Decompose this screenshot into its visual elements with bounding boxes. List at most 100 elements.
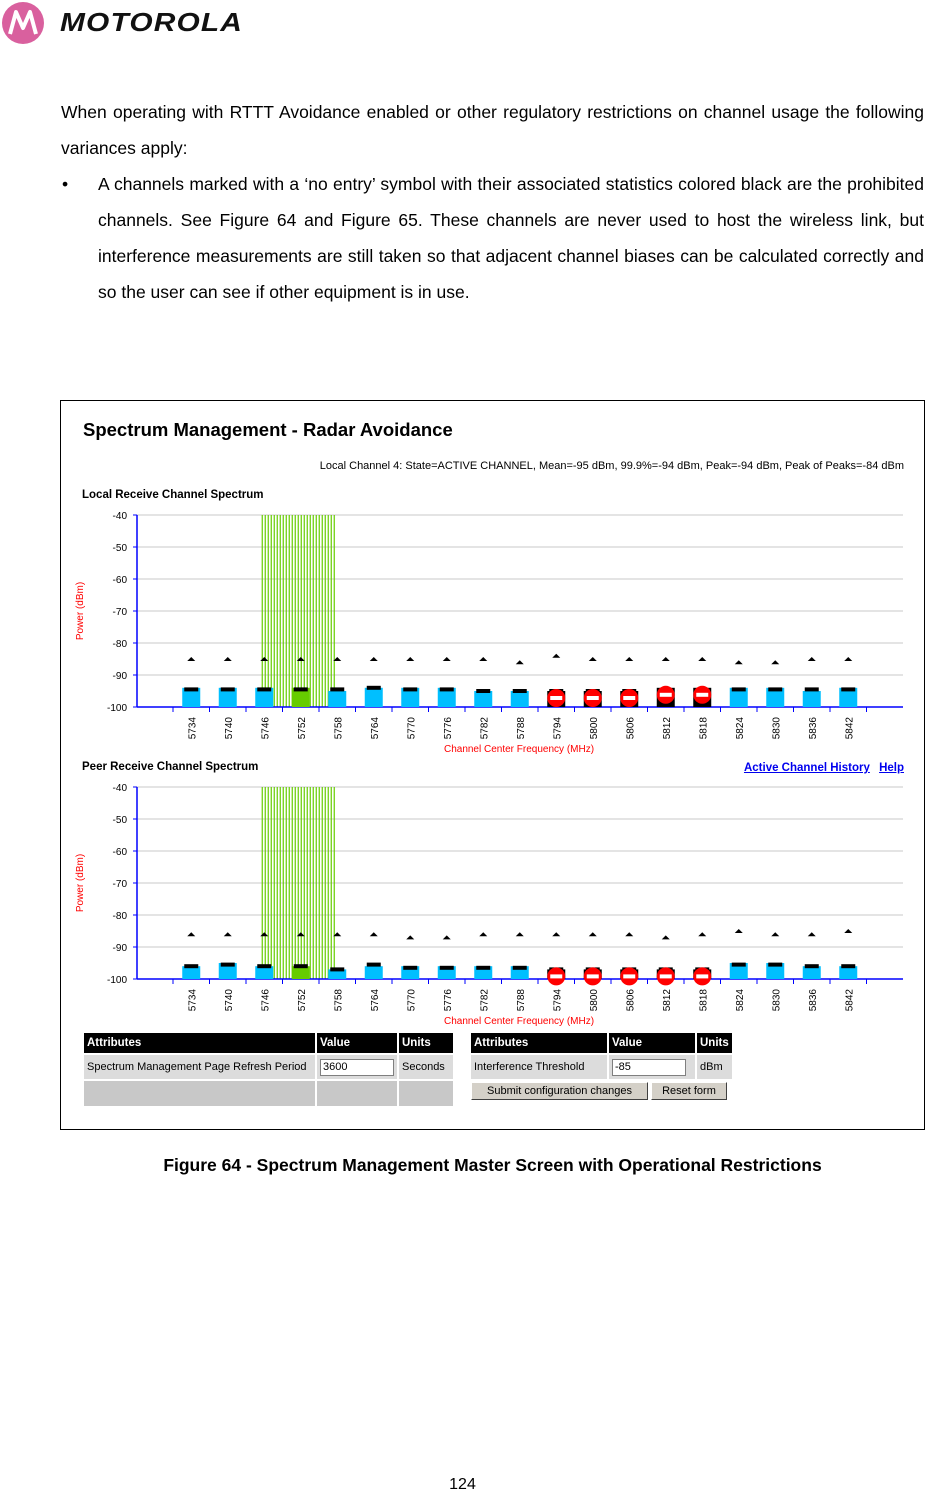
x-tick-label: 5746	[260, 989, 271, 1012]
interference-threshold-table: Attributes Value Units Interference Thre…	[469, 1031, 734, 1103]
submit-configuration-button[interactable]: Submit configuration changes	[471, 1082, 648, 1100]
brand-name: MOTOROLA	[60, 7, 244, 37]
no-entry-icon	[693, 685, 712, 704]
empty-cell	[317, 1081, 397, 1106]
col-value: Value	[317, 1033, 397, 1053]
peak-marker	[442, 935, 451, 940]
peak-marker	[588, 932, 597, 937]
empty-cell	[84, 1081, 315, 1106]
peak-marker	[369, 657, 378, 661]
mean-marker	[804, 964, 819, 969]
peak-marker	[661, 657, 670, 661]
no-entry-icon	[656, 967, 675, 986]
peak-marker	[588, 657, 597, 661]
x-tick-label: 5776	[443, 989, 454, 1012]
mean-marker	[731, 962, 746, 967]
mean-marker	[184, 964, 199, 969]
peak-marker	[625, 932, 634, 937]
bullet-item: • A channels marked with a ‘no entry’ sy…	[61, 166, 924, 310]
x-tick-label: 5734	[187, 717, 198, 740]
peak-marker	[369, 932, 378, 937]
no-entry-bar	[550, 696, 563, 700]
no-entry-bar	[623, 974, 636, 979]
x-tick-label: 5806	[625, 989, 636, 1012]
mean-marker	[512, 965, 527, 970]
mean-marker	[841, 964, 856, 969]
x-tick-label: 5824	[735, 717, 746, 740]
x-tick-label: 5782	[479, 717, 490, 740]
no-entry-icon	[547, 967, 566, 986]
peak-marker	[771, 932, 780, 937]
x-tick-label: 5764	[370, 717, 381, 740]
channel-status-line: Local Channel 4: State=ACTIVE CHANNEL, M…	[319, 460, 904, 472]
peak-marker	[260, 932, 269, 937]
y-tick-label: -70	[113, 607, 128, 618]
x-tick-label: 5782	[479, 989, 490, 1012]
x-tick-label: 5788	[516, 989, 527, 1012]
x-tick-label: 5740	[224, 717, 235, 740]
mean-marker	[220, 962, 235, 967]
x-tick-label: 5806	[625, 717, 636, 740]
y-tick-label: -40	[113, 783, 128, 794]
mean-marker	[257, 964, 272, 969]
channel-bar	[364, 687, 383, 707]
no-entry-bar	[550, 974, 563, 979]
no-entry-icon	[620, 967, 639, 986]
channel-bar	[510, 691, 529, 707]
x-tick-label: 5734	[187, 989, 198, 1012]
channel-bar	[328, 691, 347, 707]
no-entry-icon	[547, 689, 566, 707]
y-tick-label: -90	[113, 671, 128, 682]
x-axis-label: Channel Center Frequency (MHz)	[444, 744, 594, 755]
x-tick-label: 5794	[552, 989, 563, 1012]
mean-marker	[439, 687, 454, 692]
col-units: Units	[399, 1033, 453, 1053]
figure-caption: Figure 64 - Spectrum Management Master S…	[163, 1155, 822, 1175]
peak-marker	[552, 932, 561, 937]
y-tick-label: -50	[113, 543, 128, 554]
peak-marker	[661, 935, 670, 940]
y-tick-label: -40	[113, 511, 128, 522]
interference-threshold-label: Interference Threshold	[471, 1055, 607, 1079]
no-entry-bar	[659, 974, 672, 979]
y-tick-label: -80	[113, 639, 128, 650]
screenshot-figure: Spectrum Management - Radar Avoidance Lo…	[60, 400, 925, 1130]
no-entry-bar	[696, 974, 709, 979]
refresh-period-label: Spectrum Management Page Refresh Period	[84, 1055, 315, 1079]
peak-marker	[698, 657, 707, 661]
peak-marker	[479, 657, 488, 661]
col-value: Value	[609, 1033, 695, 1053]
x-tick-label: 5818	[698, 717, 709, 740]
x-tick-label: 5746	[260, 717, 271, 740]
peak-marker	[442, 657, 451, 661]
y-tick-label: -70	[113, 879, 128, 890]
reset-form-button[interactable]: Reset form	[651, 1082, 727, 1100]
intro-paragraph: When operating with RTTT Avoidance enabl…	[61, 102, 924, 158]
x-tick-label: 5794	[552, 717, 563, 740]
peak-marker	[807, 657, 816, 661]
refresh-period-input[interactable]	[320, 1058, 394, 1076]
mean-marker	[768, 687, 783, 692]
y-tick-label: -60	[113, 575, 128, 586]
mean-marker	[768, 962, 783, 967]
local-chart-title: Local Receive Channel Spectrum	[82, 489, 264, 501]
mean-marker	[330, 967, 345, 972]
mean-marker	[512, 689, 527, 693]
x-tick-label: 5764	[370, 989, 381, 1012]
mean-marker	[293, 687, 308, 692]
x-tick-label: 5842	[844, 717, 855, 740]
no-entry-icon	[620, 689, 639, 707]
peer-chart-title: Peer Receive Channel Spectrum	[82, 761, 259, 773]
peak-marker	[479, 932, 488, 937]
no-entry-icon	[583, 967, 602, 986]
col-attributes: Attributes	[471, 1033, 607, 1053]
peak-marker	[223, 932, 232, 937]
y-axis-label: Power (dBm)	[75, 582, 86, 640]
interference-threshold-input[interactable]	[612, 1058, 686, 1076]
x-tick-label: 5776	[443, 717, 454, 740]
y-tick-label: -100	[107, 703, 127, 714]
peak-marker	[844, 929, 853, 933]
mean-marker	[220, 687, 235, 692]
x-tick-label: 5770	[406, 989, 417, 1012]
x-tick-label: 5758	[333, 989, 344, 1012]
